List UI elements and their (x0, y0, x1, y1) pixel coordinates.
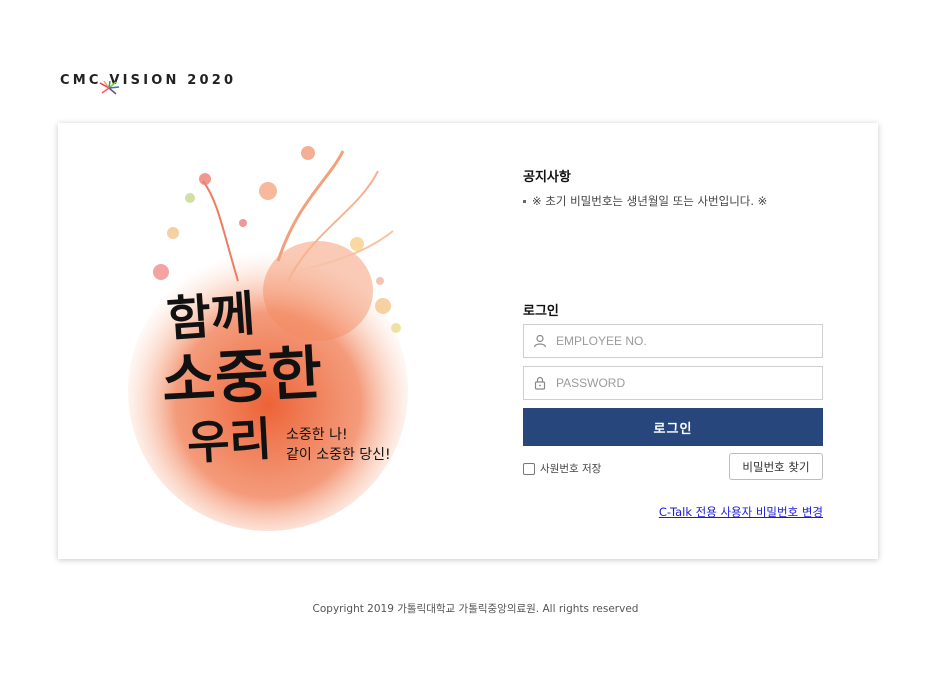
employee-input[interactable] (556, 334, 806, 348)
brand-title: CMC VISION 2020 (60, 73, 237, 88)
checkbox-icon[interactable] (523, 462, 535, 475)
employee-field[interactable] (523, 324, 823, 358)
artwork-sub-line-1: 소중한 나! (286, 427, 348, 443)
artwork-headline-3: 우리 (186, 412, 273, 470)
bullet-icon (523, 199, 526, 203)
brand-logo: CMC VISION 2020 (60, 73, 237, 95)
password-field[interactable] (523, 366, 823, 400)
login-button[interactable]: 로그인 (523, 408, 823, 446)
user-icon (524, 334, 556, 348)
artwork-sub-line-2: 같이 소중한 당신! (286, 447, 391, 463)
save-employee-no-checkbox[interactable]: 사원번호 저장 (523, 461, 601, 476)
password-input[interactable] (556, 376, 806, 390)
ctalk-password-change-link[interactable]: C-Talk 전용 사용자 비밀번호 변경 (659, 504, 823, 520)
notice-title: 공지사항 (523, 170, 571, 185)
notice-item: ※ 초기 비밀번호는 생년월일 또는 사번입니다. ※ (523, 193, 767, 209)
notice-text: ※ 초기 비밀번호는 생년월일 또는 사번입니다. ※ (532, 194, 768, 208)
campaign-artwork: 함께 소중한 우리 소중한 나! 같이 소중한 당신! (128, 146, 408, 531)
login-title: 로그인 (523, 304, 559, 319)
artwork-headline-2: 소중한 (160, 339, 323, 415)
brand-spark-icon (99, 81, 120, 95)
artwork-headline-1: 함께 (165, 286, 257, 348)
login-card: 함께 소중한 우리 소중한 나! 같이 소중한 당신! 공지사항 ※ 초기 비밀… (58, 123, 878, 559)
footer-copyright: Copyright 2019 가톨릭대학교 가톨릭중앙의료원. All righ… (312, 603, 639, 615)
save-employee-no-label: 사원번호 저장 (540, 463, 602, 475)
lock-icon (524, 376, 556, 390)
find-password-button[interactable]: 비밀번호 찾기 (729, 453, 823, 480)
